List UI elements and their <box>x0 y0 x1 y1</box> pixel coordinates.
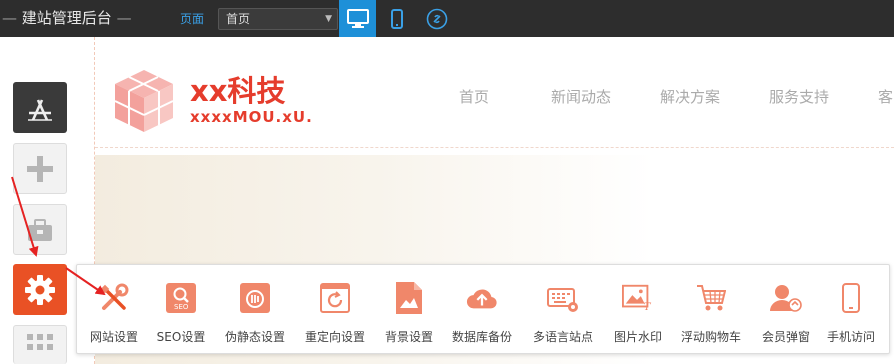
redirect-icon <box>320 283 350 313</box>
gear-icon <box>25 274 55 305</box>
app-store-icon <box>28 98 52 121</box>
nav-item[interactable]: 首页 <box>459 86 489 107</box>
toolbox-icon <box>28 218 52 241</box>
database-backup-item[interactable]: 数据库备份 <box>442 265 522 355</box>
seo-settings-item[interactable]: SEO SEO设置 <box>141 265 221 355</box>
item-label: 伪静态设置 <box>224 330 285 344</box>
settings-button[interactable] <box>13 264 67 315</box>
floating-cart-item[interactable]: 浮动购物车 <box>671 265 751 355</box>
logo-cube-icon <box>114 70 174 132</box>
item-label: 浮动购物车 <box>680 330 741 344</box>
item-label: 重定向设置 <box>304 330 365 344</box>
item-label: 数据库备份 <box>451 330 512 344</box>
nav-item[interactable]: 服务支持 <box>769 86 829 107</box>
divider <box>95 147 894 148</box>
cloud-upload-icon <box>466 289 497 309</box>
svg-text:T: T <box>644 301 652 312</box>
nav-item[interactable]: 客 <box>878 86 893 107</box>
item-label: 图片水印 <box>613 330 662 344</box>
mobile-access-item[interactable]: 手机访问 <box>811 265 891 355</box>
app-store-button[interactable] <box>13 82 67 133</box>
chevron-down-icon: ▼ <box>325 14 332 24</box>
apps-grid-button[interactable] <box>13 325 67 364</box>
multilanguage-item[interactable]: 多语言站点 <box>523 265 603 355</box>
rewrite-settings-item[interactable]: 伪静态设置 <box>215 265 295 355</box>
link-view-button[interactable] <box>418 0 455 37</box>
plus-icon <box>27 155 53 182</box>
item-label: 背景设置 <box>384 330 433 344</box>
item-label: SEO设置 <box>156 330 206 344</box>
image-watermark-icon: T <box>622 284 652 312</box>
site-name: xx科技 <box>190 74 286 108</box>
settings-panel: 网站设置 SEO SEO设置 伪静态设置 重定向设置 背景设置 数据库备份 多语… <box>76 264 890 354</box>
redirect-settings-item[interactable]: 重定向设置 <box>295 265 375 355</box>
page-label: 页面 <box>180 12 205 26</box>
image-watermark-item[interactable]: T 图片水印 <box>598 265 678 355</box>
background-icon <box>396 282 422 314</box>
nav-item[interactable]: 解决方案 <box>660 86 720 107</box>
member-icon <box>770 285 802 312</box>
seo-icon: SEO <box>166 283 196 313</box>
nav-item[interactable]: 新闻动态 <box>551 86 611 107</box>
desktop-view-button[interactable] <box>339 0 376 37</box>
item-label: 手机访问 <box>826 330 875 344</box>
cart-icon <box>697 285 726 311</box>
site-subtitle: xxxxMOU.xU. <box>190 108 313 126</box>
mobile-view-button[interactable] <box>378 0 415 37</box>
page-select[interactable]: 首页 ▼ <box>218 8 338 30</box>
tools-icon <box>100 283 129 310</box>
background-settings-item[interactable]: 背景设置 <box>369 265 449 355</box>
item-label: 多语言站点 <box>532 330 593 344</box>
top-bar: — 建站管理后台 — 页面 首页 ▼ <box>0 0 894 37</box>
add-button[interactable] <box>13 143 67 194</box>
link-icon <box>426 8 447 29</box>
svg-text:SEO: SEO <box>174 303 189 311</box>
mobile-icon <box>390 8 403 29</box>
rewrite-icon <box>240 283 270 313</box>
grid-icon <box>27 334 53 350</box>
app-title: — 建站管理后台 — <box>2 9 132 27</box>
toolbox-button[interactable] <box>13 204 67 255</box>
keyboard-gear-icon <box>547 288 578 312</box>
phone-icon <box>842 283 860 313</box>
desktop-icon <box>346 8 369 28</box>
